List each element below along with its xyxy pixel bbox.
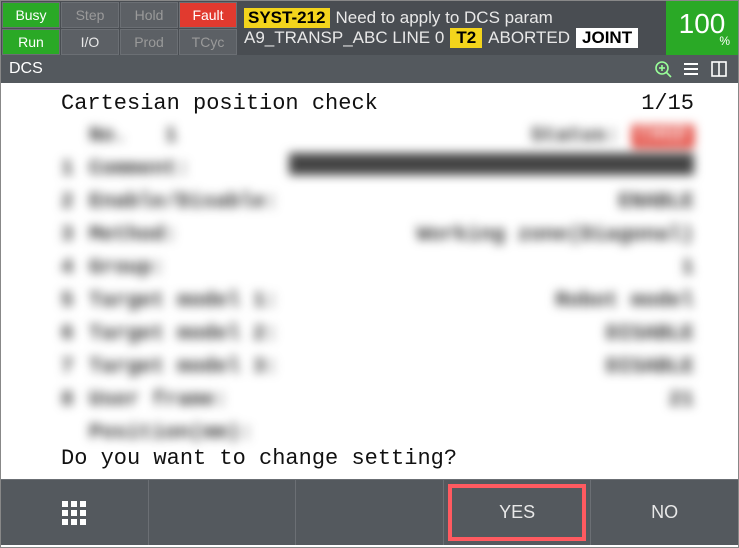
page-indicator: 1/15 — [641, 91, 694, 116]
zoom-add-icon[interactable] — [652, 58, 674, 80]
yes-button[interactable]: YES — [443, 480, 591, 545]
fault-button[interactable]: Fault — [179, 2, 237, 28]
run-state: ABORTED — [488, 28, 570, 48]
alarm-text: Need to apply to DCS param — [336, 8, 553, 28]
content-header: Cartesian position check 1/15 — [21, 91, 718, 116]
content-title: Cartesian position check — [61, 91, 641, 116]
alarm-code: SYST-212 — [244, 8, 330, 28]
alarm-message: SYST-212 Need to apply to DCS param A9_T… — [238, 1, 666, 55]
program-name: A9_TRANSP_ABC LINE 0 — [244, 28, 444, 48]
mode-tag: T2 — [450, 28, 482, 48]
run-button[interactable]: Run — [2, 29, 60, 55]
tcyc-button[interactable]: TCyc — [179, 29, 237, 55]
override-unit: % — [719, 34, 730, 48]
io-button[interactable]: I/O — [61, 29, 119, 55]
confirm-prompt: Do you want to change setting? — [61, 446, 457, 471]
status-bar: Busy Step Hold Fault Run I/O Prod TCyc S… — [1, 1, 738, 55]
override-box[interactable]: 100 % — [666, 1, 738, 55]
f2-button[interactable] — [148, 480, 296, 545]
blurred-background: No. 1Status: CHGD 1Comment: 2Enable/Disa… — [21, 120, 718, 442]
f3-button[interactable] — [295, 480, 443, 545]
no-label: NO — [651, 502, 678, 523]
layout-icon[interactable] — [708, 58, 730, 80]
step-button[interactable]: Step — [61, 2, 119, 28]
busy-button[interactable]: Busy — [2, 2, 60, 28]
hold-button[interactable]: Hold — [120, 2, 178, 28]
f1-button[interactable] — [1, 480, 148, 545]
window-title: DCS — [9, 60, 43, 78]
motion-type: JOINT — [576, 28, 638, 48]
menu-grid-icon — [62, 501, 86, 525]
function-key-bar: YES NO — [1, 479, 738, 545]
window-titlebar: DCS — [1, 55, 738, 83]
content-area: Cartesian position check 1/15 No. 1Statu… — [1, 83, 738, 479]
no-button[interactable]: NO — [590, 480, 738, 545]
prod-button[interactable]: Prod — [120, 29, 178, 55]
menu-icon[interactable] — [680, 58, 702, 80]
status-buttons: Busy Step Hold Fault Run I/O Prod TCyc — [1, 1, 238, 55]
yes-label: YES — [499, 502, 535, 523]
